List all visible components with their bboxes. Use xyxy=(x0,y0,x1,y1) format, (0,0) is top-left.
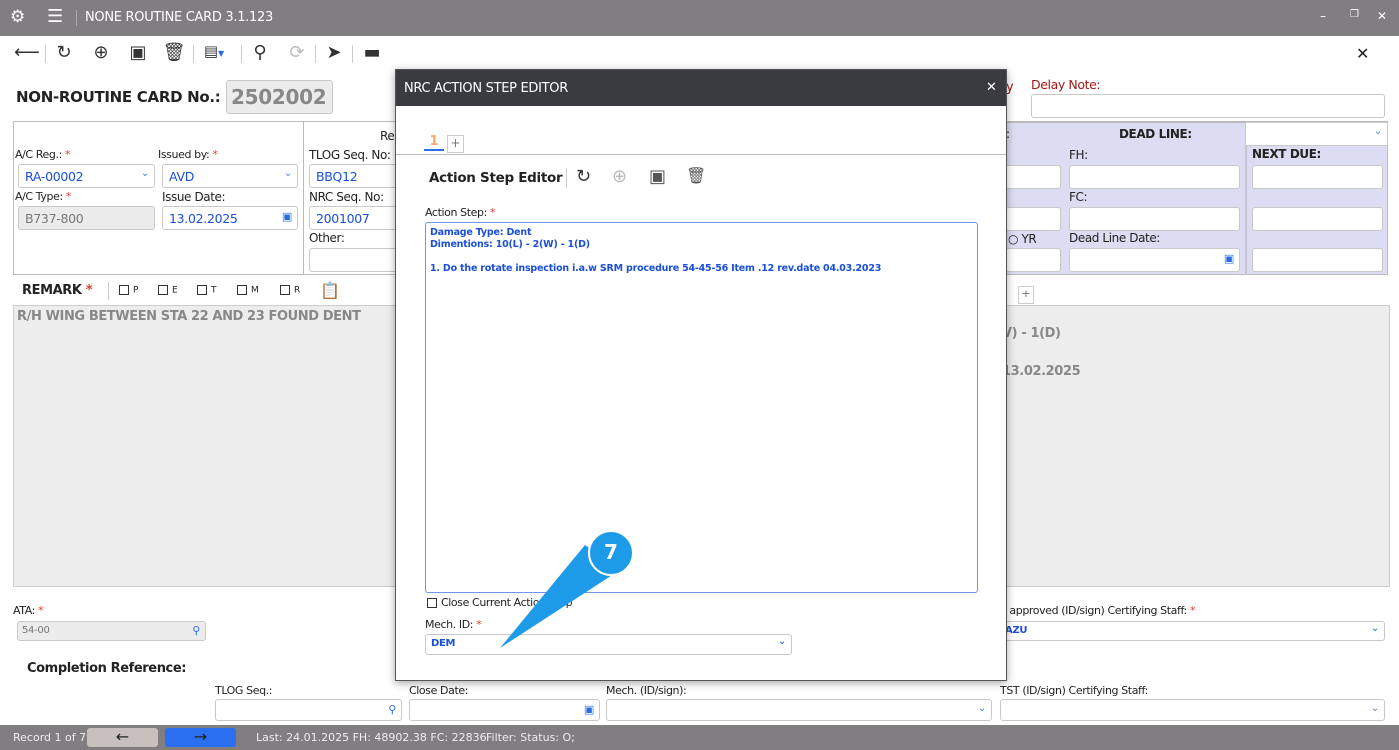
callout-pointer xyxy=(500,530,634,648)
callout-number: 7 xyxy=(604,540,618,564)
